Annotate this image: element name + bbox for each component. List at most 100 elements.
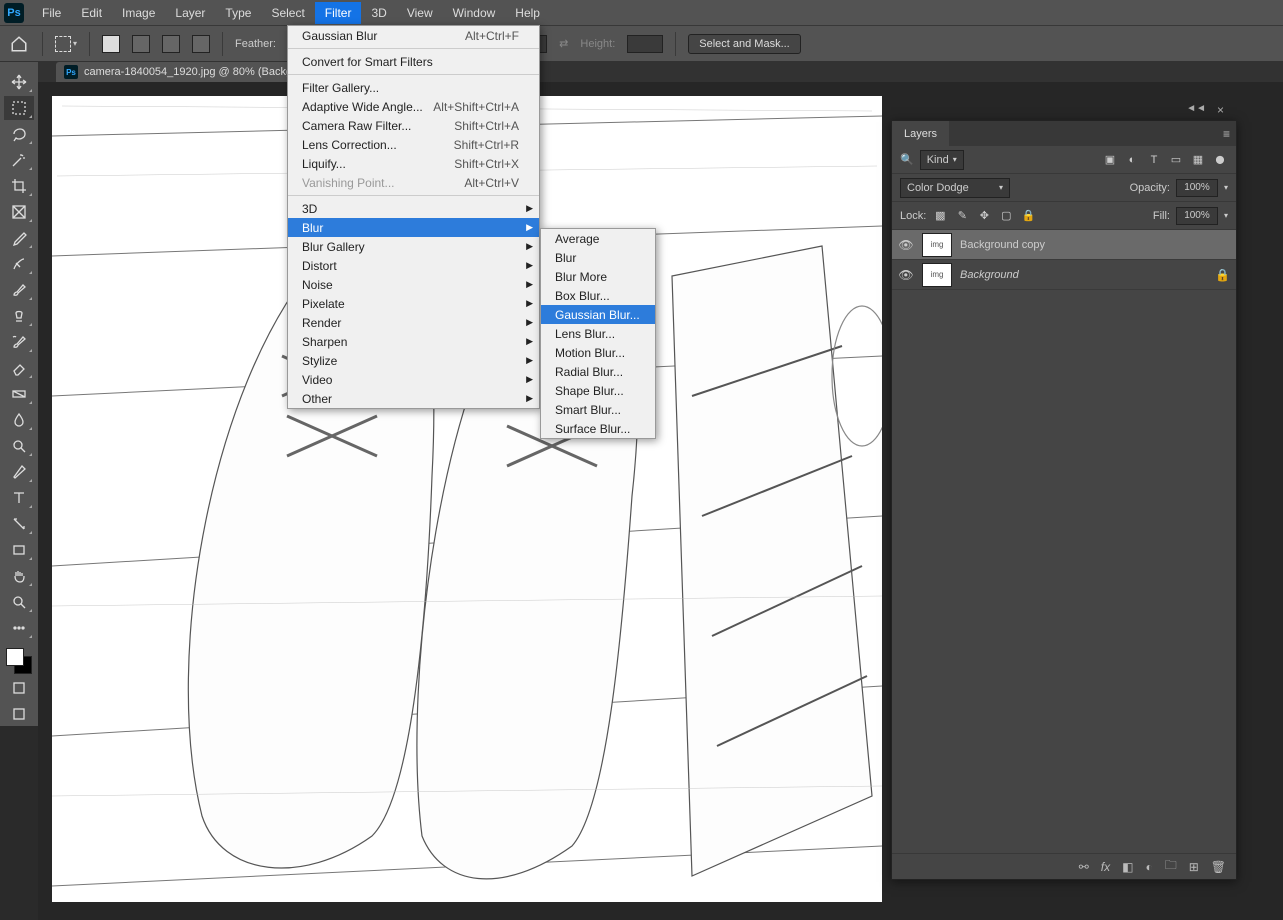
menuitem-filter-gallery[interactable]: Filter Gallery... <box>288 78 539 97</box>
tool-dodge[interactable] <box>4 434 34 458</box>
tool-eyedropper[interactable] <box>4 226 34 250</box>
menu-view[interactable]: View <box>397 2 443 24</box>
lock-brush-icon[interactable]: ✎ <box>954 208 970 224</box>
filter-shape-icon[interactable]: ▭ <box>1168 152 1184 168</box>
tool-rectangle[interactable] <box>4 538 34 562</box>
menu-select[interactable]: Select <box>261 2 314 24</box>
menuitem-render[interactable]: Render▶ <box>288 313 539 332</box>
menuitem-gaussian-blur[interactable]: Gaussian Blur... <box>541 305 655 324</box>
menuitem-average[interactable]: Average <box>541 229 655 248</box>
panel-close-icon[interactable]: × <box>1217 103 1224 117</box>
tool-pen[interactable] <box>4 460 34 484</box>
menuitem-blur-more[interactable]: Blur More <box>541 267 655 286</box>
menuitem-other[interactable]: Other▶ <box>288 389 539 408</box>
tool-wand[interactable] <box>4 148 34 172</box>
home-icon[interactable] <box>8 33 30 55</box>
menu-image[interactable]: Image <box>112 2 165 24</box>
menuitem-motion-blur[interactable]: Motion Blur... <box>541 343 655 362</box>
tool-frame[interactable] <box>4 200 34 224</box>
filter-toggle-icon[interactable]: ⬤ <box>1212 152 1228 168</box>
menuitem-blur[interactable]: Blur▶ <box>288 218 539 237</box>
selection-new-icon[interactable] <box>102 35 120 53</box>
menuitem-box-blur[interactable]: Box Blur... <box>541 286 655 305</box>
filter-adjust-icon[interactable]: ◐ <box>1124 152 1140 168</box>
filter-pixel-icon[interactable]: ▣ <box>1102 152 1118 168</box>
delete-layer-icon[interactable]: 🗑 <box>1211 860 1226 874</box>
menuitem-blur-gallery[interactable]: Blur Gallery▶ <box>288 237 539 256</box>
mask-icon[interactable]: ◧ <box>1122 860 1133 874</box>
selection-intersect-icon[interactable] <box>192 35 210 53</box>
tool-screen-mode[interactable] <box>4 702 34 726</box>
tool-more[interactable] <box>4 616 34 640</box>
tool-path[interactable] <box>4 512 34 536</box>
menu-edit[interactable]: Edit <box>71 2 112 24</box>
menuitem-sharpen[interactable]: Sharpen▶ <box>288 332 539 351</box>
menuitem-shape-blur[interactable]: Shape Blur... <box>541 381 655 400</box>
tool-crop[interactable] <box>4 174 34 198</box>
selection-subtract-icon[interactable] <box>162 35 180 53</box>
menuitem-camera-raw-filter[interactable]: Camera Raw Filter...Shift+Ctrl+A <box>288 116 539 135</box>
layer-row[interactable]: 👁imgBackground copy <box>892 230 1236 260</box>
lock-artboard-icon[interactable]: ▢ <box>998 208 1014 224</box>
visibility-toggle-icon[interactable]: 👁 <box>898 267 914 283</box>
tool-gradient[interactable] <box>4 382 34 406</box>
tool-eraser[interactable] <box>4 356 34 380</box>
tool-hand[interactable] <box>4 564 34 588</box>
menu-help[interactable]: Help <box>505 2 550 24</box>
tool-blur[interactable] <box>4 408 34 432</box>
visibility-toggle-icon[interactable]: 👁 <box>898 237 914 253</box>
swap-icon[interactable]: ⇄ <box>559 37 568 50</box>
lock-position-icon[interactable]: ✥ <box>976 208 992 224</box>
tool-stamp[interactable] <box>4 304 34 328</box>
selection-add-icon[interactable] <box>132 35 150 53</box>
blend-mode-select[interactable]: Color Dodge ▾ <box>900 178 1010 198</box>
marquee-mode-icon[interactable]: ▾ <box>55 36 77 52</box>
opacity-caret-icon[interactable]: ▾ <box>1224 183 1228 192</box>
fill-input[interactable]: 100% <box>1176 207 1218 225</box>
menuitem-radial-blur[interactable]: Radial Blur... <box>541 362 655 381</box>
group-icon[interactable]: 🗀 <box>1165 856 1177 877</box>
tool-marquee[interactable] <box>4 96 34 120</box>
menuitem-distort[interactable]: Distort▶ <box>288 256 539 275</box>
layer-row[interactable]: 👁imgBackground🔒 <box>892 260 1236 290</box>
menu-window[interactable]: Window <box>443 2 506 24</box>
link-layers-icon[interactable]: ⚯ <box>1079 860 1089 874</box>
menuitem-blur[interactable]: Blur <box>541 248 655 267</box>
new-layer-icon[interactable]: ⊞ <box>1189 860 1199 874</box>
menuitem-video[interactable]: Video▶ <box>288 370 539 389</box>
tool-brush-heal[interactable] <box>4 252 34 276</box>
menuitem-smart-blur[interactable]: Smart Blur... <box>541 400 655 419</box>
tool-type[interactable] <box>4 486 34 510</box>
lock-pixels-icon[interactable]: ▩ <box>932 208 948 224</box>
panel-tab-layers[interactable]: Layers <box>892 121 949 146</box>
panel-menu-icon[interactable]: ≡ <box>1223 127 1230 141</box>
height-input[interactable] <box>627 35 663 53</box>
menuitem-surface-blur[interactable]: Surface Blur... <box>541 419 655 438</box>
opacity-input[interactable]: 100% <box>1176 179 1218 197</box>
menuitem-lens-correction[interactable]: Lens Correction...Shift+Ctrl+R <box>288 135 539 154</box>
layer-filter-kind[interactable]: Kind▾ <box>920 150 964 170</box>
tool-lasso[interactable] <box>4 122 34 146</box>
menuitem-stylize[interactable]: Stylize▶ <box>288 351 539 370</box>
menuitem-lens-blur[interactable]: Lens Blur... <box>541 324 655 343</box>
layer-thumbnail[interactable]: img <box>922 263 952 287</box>
layer-thumbnail[interactable]: img <box>922 233 952 257</box>
fx-icon[interactable]: fx <box>1101 860 1110 874</box>
lock-all-icon[interactable]: 🔒 <box>1020 208 1036 224</box>
color-swatches[interactable] <box>6 648 32 674</box>
tool-move[interactable] <box>4 70 34 94</box>
filter-type-icon[interactable]: T <box>1146 152 1162 168</box>
select-and-mask-button[interactable]: Select and Mask... <box>688 34 801 54</box>
menuitem-gaussian-blur[interactable]: Gaussian BlurAlt+Ctrl+F <box>288 26 539 45</box>
adjustment-layer-icon[interactable]: ◐ <box>1145 860 1152 874</box>
tool-brush[interactable] <box>4 278 34 302</box>
tool-history-brush[interactable] <box>4 330 34 354</box>
filter-smart-icon[interactable]: ▦ <box>1190 152 1206 168</box>
menuitem-liquify[interactable]: Liquify...Shift+Ctrl+X <box>288 154 539 173</box>
menuitem-pixelate[interactable]: Pixelate▶ <box>288 294 539 313</box>
menuitem-convert-for-smart-filters[interactable]: Convert for Smart Filters <box>288 52 539 71</box>
menu-file[interactable]: File <box>32 2 71 24</box>
menuitem-adaptive-wide-angle[interactable]: Adaptive Wide Angle...Alt+Shift+Ctrl+A <box>288 97 539 116</box>
menu-3d[interactable]: 3D <box>361 2 396 24</box>
menu-layer[interactable]: Layer <box>165 2 215 24</box>
